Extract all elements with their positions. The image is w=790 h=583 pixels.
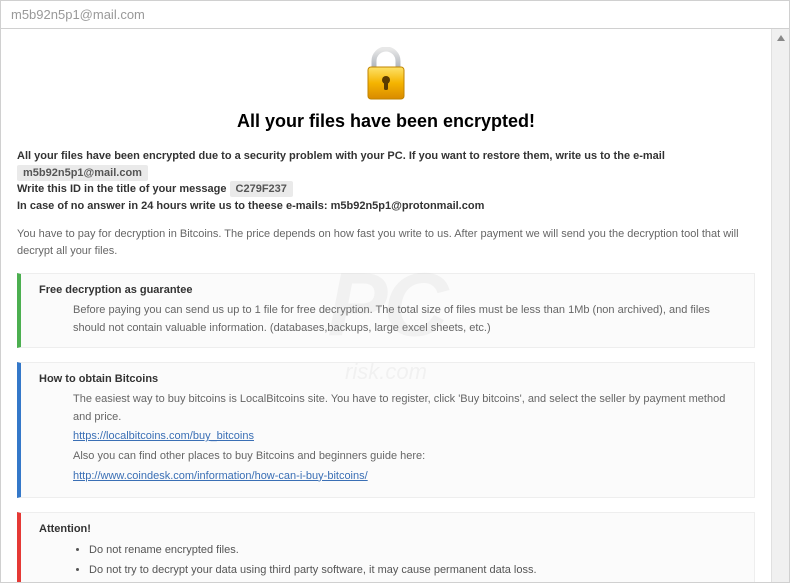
bitcoins-link1[interactable]: https://localbitcoins.com/buy_bitcoins <box>73 430 254 442</box>
bitcoins-title: How to obtain Bitcoins <box>39 373 742 385</box>
intro-line1-prefix: All your files have been encrypted due t… <box>17 150 665 162</box>
vertical-scrollbar[interactable] <box>771 29 789 582</box>
section-guarantee: Free decryption as guarantee Before payi… <box>17 273 755 348</box>
attention-item: Decryption of your files with the help o… <box>89 581 742 582</box>
intro-line3-prefix: In case of no answer in 24 hours write u… <box>17 200 331 212</box>
primary-email: m5b92n5p1@mail.com <box>17 165 148 181</box>
bitcoins-line1: The easiest way to buy bitcoins is Local… <box>73 391 742 426</box>
guarantee-body: Before paying you can send us up to 1 fi… <box>39 302 742 337</box>
attention-item: Do not rename encrypted files. <box>89 541 742 561</box>
content-area: PC risk.com <box>1 29 771 582</box>
window: m5b92n5p1@mail.com PC risk.com <box>0 0 790 583</box>
payment-note: You have to pay for decryption in Bitcoi… <box>17 226 755 259</box>
intro-block: All your files have been encrypted due t… <box>17 148 755 214</box>
secondary-email: m5b92n5p1@protonmail.com <box>331 200 485 212</box>
bitcoins-link2[interactable]: http://www.coindesk.com/information/how-… <box>73 470 368 482</box>
attention-item: Do not try to decrypt your data using th… <box>89 561 742 581</box>
content-wrapper: PC risk.com <box>1 29 789 582</box>
lock-icon <box>361 47 411 103</box>
intro-line2-prefix: Write this ID in the title of your messa… <box>17 183 230 195</box>
window-title-bar: m5b92n5p1@mail.com <box>1 1 789 29</box>
guarantee-title: Free decryption as guarantee <box>39 284 742 296</box>
attention-title: Attention! <box>39 523 742 535</box>
main-heading: All your files have been encrypted! <box>17 111 755 132</box>
attention-list: Do not rename encrypted files. Do not tr… <box>39 541 742 582</box>
section-bitcoins: How to obtain Bitcoins The easiest way t… <box>17 362 755 498</box>
section-attention: Attention! Do not rename encrypted files… <box>17 512 755 582</box>
bitcoins-line2: Also you can find other places to buy Bi… <box>73 448 742 466</box>
message-id: C279F237 <box>230 181 293 197</box>
window-title: m5b92n5p1@mail.com <box>11 7 145 22</box>
scroll-up-arrow[interactable] <box>774 33 788 47</box>
bitcoins-body: The easiest way to buy bitcoins is Local… <box>39 391 742 485</box>
